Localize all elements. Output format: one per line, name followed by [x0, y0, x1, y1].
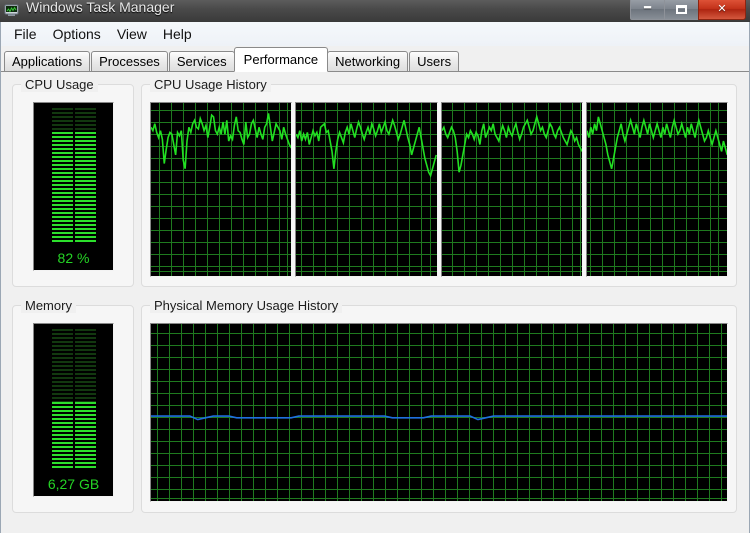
- task-manager-window: Windows Task Manager ━ ✕ File Options Vi…: [0, 0, 750, 533]
- menu-item-options[interactable]: Options: [45, 24, 109, 44]
- cpu-history-group: CPU Usage History: [141, 77, 737, 287]
- cpu-meter-column: [74, 108, 96, 244]
- tab-services[interactable]: Services: [168, 51, 235, 72]
- menu-bar: File Options View Help: [1, 22, 749, 46]
- tab-users[interactable]: Users: [409, 51, 460, 72]
- memory-history-graph: [150, 323, 728, 502]
- close-icon: ✕: [717, 3, 727, 15]
- cpu-history-group-title: CPU Usage History: [150, 77, 271, 92]
- window-title: Windows Task Manager: [26, 0, 175, 15]
- maximize-icon: [675, 5, 687, 14]
- cpu-history-graph-0: [150, 102, 293, 277]
- tab-processes[interactable]: Processes: [91, 51, 168, 72]
- close-button[interactable]: ✕: [698, 0, 746, 20]
- memory-group: Memory 6,27 GB: [12, 298, 134, 513]
- menu-item-view[interactable]: View: [109, 24, 155, 44]
- cpu-history-graph-1: [295, 102, 438, 277]
- maximize-button[interactable]: [664, 0, 699, 20]
- tab-applications[interactable]: Applications: [4, 51, 91, 72]
- client-area: File Options View Help Applications Proc…: [0, 22, 750, 533]
- memory-meter-bars: [51, 329, 96, 470]
- cpu-trace-0: [151, 103, 291, 276]
- cpu-usage-group-title: CPU Usage: [21, 77, 98, 92]
- tab-strip: Applications Processes Services Performa…: [1, 46, 749, 72]
- memory-value: 6,27 GB: [47, 476, 100, 492]
- cpu-usage-group: CPU Usage 82 %: [12, 77, 134, 287]
- memory-meter: 6,27 GB: [33, 323, 114, 497]
- memory-meter-column: [51, 329, 73, 470]
- cpu-history-graph-2: [440, 102, 583, 277]
- memory-group-title: Memory: [21, 298, 76, 313]
- cpu-history-graph-3: [585, 102, 728, 277]
- memory-history-group-title: Physical Memory Usage History: [150, 298, 343, 313]
- performance-page: CPU Usage 82 % CPU Usage History Memory …: [1, 72, 749, 533]
- cpu-trace-3: [587, 103, 727, 276]
- menu-item-help[interactable]: Help: [155, 24, 200, 44]
- tab-networking[interactable]: Networking: [327, 51, 409, 72]
- title-bar[interactable]: Windows Task Manager ━ ✕: [0, 0, 750, 22]
- cpu-trace-2: [442, 103, 582, 276]
- task-manager-icon: [4, 2, 20, 18]
- cpu-meter-column: [51, 108, 73, 244]
- cpu-meter-bars: [51, 108, 96, 244]
- cpu-trace-1: [296, 103, 436, 276]
- cpu-usage-meter: 82 %: [33, 102, 114, 271]
- menu-item-file[interactable]: File: [6, 24, 45, 44]
- memory-trace: [151, 324, 727, 501]
- cpu-usage-value: 82 %: [57, 250, 90, 266]
- window-controls: ━ ✕: [630, 0, 746, 20]
- cpu-history-graphs: [150, 102, 728, 277]
- tab-performance[interactable]: Performance: [233, 47, 329, 72]
- minimize-button[interactable]: ━: [630, 0, 665, 20]
- memory-meter-column: [74, 329, 96, 470]
- minimize-icon: ━: [644, 2, 651, 14]
- memory-history-group: Physical Memory Usage History: [141, 298, 737, 513]
